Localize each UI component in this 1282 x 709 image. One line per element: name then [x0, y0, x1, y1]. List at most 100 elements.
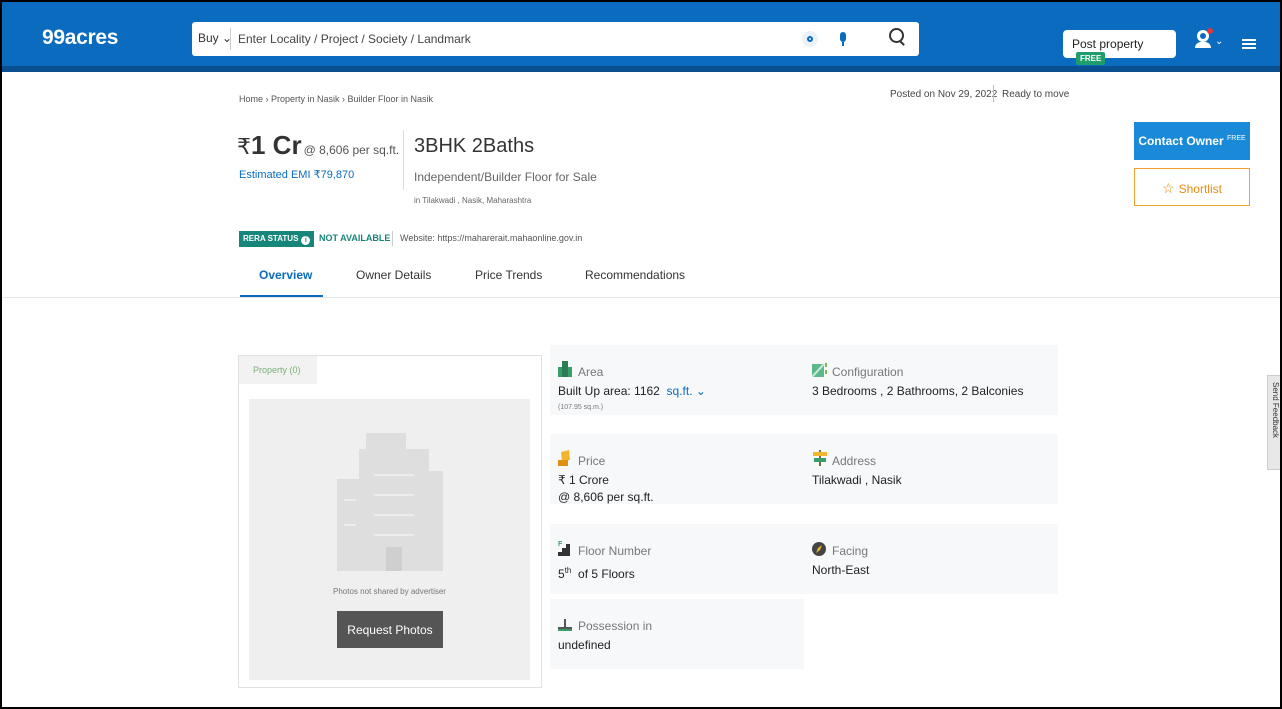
- configuration-icon: [812, 363, 827, 377]
- posted-date: Posted on Nov 29, 2022: [890, 89, 998, 100]
- rera-divider: [392, 231, 393, 246]
- post-property-button[interactable]: Post propertyFREE: [1063, 30, 1176, 65]
- detail-possession: Possession in undefined: [550, 599, 804, 669]
- price-per-sqft-value: @ 8,606 per sq.ft.: [558, 490, 654, 504]
- post-property-label: Post property: [1072, 37, 1144, 51]
- area-label: Area: [578, 365, 604, 379]
- price-label: Price: [578, 454, 606, 468]
- area-sqm: (107.95 sq.m.): [558, 404, 604, 411]
- photo-placeholder: Photos not shared by advertiser Request …: [249, 399, 530, 680]
- photo-panel: Property (0) Photos not shared by advert…: [238, 355, 542, 688]
- detail-floor: F Floor Number 5th of 5 Floors: [550, 524, 804, 594]
- title-divider: [403, 130, 404, 190]
- facing-value: North-East: [812, 563, 870, 577]
- search-bar: Buy ⌄: [192, 22, 919, 56]
- user-icon[interactable]: [1195, 28, 1213, 50]
- detail-area: Area Built Up area: 1162 sq.ft. ⌄ (107.9…: [550, 345, 804, 415]
- notification-dot: [1207, 28, 1213, 34]
- floor-icon: F: [558, 541, 570, 556]
- detail-address: Address Tilakwadi , Nasik: [804, 434, 1058, 504]
- property-location: in Tilakwadi , Nasik, Maharashtra: [414, 196, 532, 205]
- rera-label: RERA STATUS: [243, 234, 299, 243]
- possession-value: undefined: [558, 638, 611, 652]
- emi-link[interactable]: Estimated EMI ₹79,870: [239, 168, 354, 181]
- buy-dropdown[interactable]: Buy ⌄: [198, 31, 232, 45]
- shortlist-button[interactable]: ☆ Shortlist: [1134, 168, 1250, 206]
- price-icon: [558, 450, 570, 466]
- area-value: Built Up area: 1162 sq.ft. ⌄: [558, 383, 706, 400]
- window-line: [374, 494, 414, 496]
- window-line: [374, 514, 414, 516]
- shortlist-label: Shortlist: [1178, 182, 1222, 196]
- building-illustration-right: [427, 471, 443, 571]
- possession-icon: [558, 619, 572, 631]
- send-feedback-label: Send Feedback: [1271, 382, 1280, 439]
- search-icon[interactable]: [882, 25, 912, 53]
- price-per-sqft: @ 8,606 per sq.ft.: [303, 143, 400, 157]
- property-type: Independent/Builder Floor for Sale: [414, 170, 597, 184]
- floor-number: 5: [558, 567, 565, 581]
- detail-facing: Facing North-East: [804, 524, 1058, 594]
- possession-label: Possession in: [578, 619, 653, 633]
- tab-recommendations[interactable]: Recommendations: [585, 268, 685, 282]
- area-value-text: Built Up area: 1162: [558, 384, 660, 398]
- posted-divider: [993, 85, 994, 102]
- search-divider: [230, 28, 231, 50]
- logo[interactable]: 99acres: [42, 26, 118, 50]
- free-badge: FREE: [1076, 52, 1106, 65]
- address-label: Address: [832, 454, 877, 468]
- photo-tab-property[interactable]: Property (0): [239, 356, 317, 384]
- tab-price-trends[interactable]: Price Trends: [475, 268, 542, 282]
- area-icon: [558, 361, 572, 377]
- rera-website: Website: https://maharerait.mahaonline.g…: [400, 233, 583, 243]
- detail-configuration: Configuration 3 Bedrooms , 2 Bathrooms, …: [804, 345, 1058, 415]
- price-value: ₹ 1 Crore: [558, 473, 609, 487]
- contact-owner-label: Contact Owner: [1138, 134, 1224, 148]
- window-line: [344, 499, 356, 501]
- header: 99acres Buy ⌄ Post propertyFREE ⌄: [2, 2, 1280, 72]
- floor-suffix: th: [564, 566, 572, 575]
- rera-status-value: NOT AVAILABLE: [319, 233, 391, 243]
- signpost-icon: [813, 450, 827, 466]
- contact-owner-button[interactable]: Contact Owner FREE: [1134, 122, 1250, 160]
- area-unit-label: sq.ft.: [666, 384, 693, 398]
- address-value: Tilakwadi , Nasik: [812, 473, 902, 487]
- contact-free-badge: FREE: [1227, 135, 1246, 142]
- configuration-value: 3 Bedrooms , 2 Bathrooms, 2 Balconies: [812, 384, 1024, 398]
- info-icon[interactable]: i: [301, 236, 311, 245]
- photo-message: Photos not shared by advertiser: [333, 587, 446, 596]
- svg-text:F: F: [558, 541, 563, 548]
- tab-overview[interactable]: Overview: [259, 268, 312, 282]
- search-input[interactable]: [238, 28, 778, 50]
- window-line: [374, 534, 414, 536]
- location-icon[interactable]: [802, 31, 818, 47]
- rera-status-badge: RERA STATUS i: [239, 231, 315, 247]
- floor-total: of 5 Floors: [578, 567, 635, 581]
- building-door: [386, 547, 402, 571]
- request-photos-button[interactable]: Request Photos: [337, 611, 443, 648]
- price-block: ₹1 Cr @ 8,606 per sq.ft.: [237, 130, 399, 161]
- page-frame: 99acres Buy ⌄ Post propertyFREE ⌄ Home ›…: [0, 0, 1282, 709]
- rupee-symbol: ₹: [237, 134, 251, 159]
- hamburger-menu-icon[interactable]: [1242, 39, 1256, 49]
- detail-price: Price ₹ 1 Crore @ 8,606 per sq.ft.: [550, 434, 804, 504]
- property-title: 3BHK 2Baths: [414, 135, 535, 157]
- facing-label: Facing: [832, 544, 869, 558]
- tabs-border: [2, 297, 1280, 298]
- compass-icon: [812, 542, 826, 556]
- tab-owner-details[interactable]: Owner Details: [356, 268, 431, 282]
- star-icon: ☆: [1162, 180, 1175, 196]
- send-feedback-tab[interactable]: Send Feedback: [1267, 375, 1280, 470]
- floor-label: Floor Number: [578, 544, 652, 558]
- price-amount: 1 Cr: [251, 130, 302, 160]
- floor-value: 5th of 5 Floors: [558, 562, 635, 583]
- microphone-icon[interactable]: [835, 31, 851, 47]
- area-unit-dropdown[interactable]: sq.ft. ⌄: [667, 384, 706, 398]
- possession-status: Ready to move: [1002, 89, 1070, 100]
- chevron-down-icon[interactable]: ⌄: [1215, 36, 1223, 47]
- window-line: [344, 524, 356, 526]
- window-line: [374, 474, 414, 476]
- breadcrumb[interactable]: Home › Property in Nasik › Builder Floor…: [239, 94, 433, 104]
- configuration-label: Configuration: [832, 365, 904, 379]
- buy-label: Buy: [198, 31, 219, 45]
